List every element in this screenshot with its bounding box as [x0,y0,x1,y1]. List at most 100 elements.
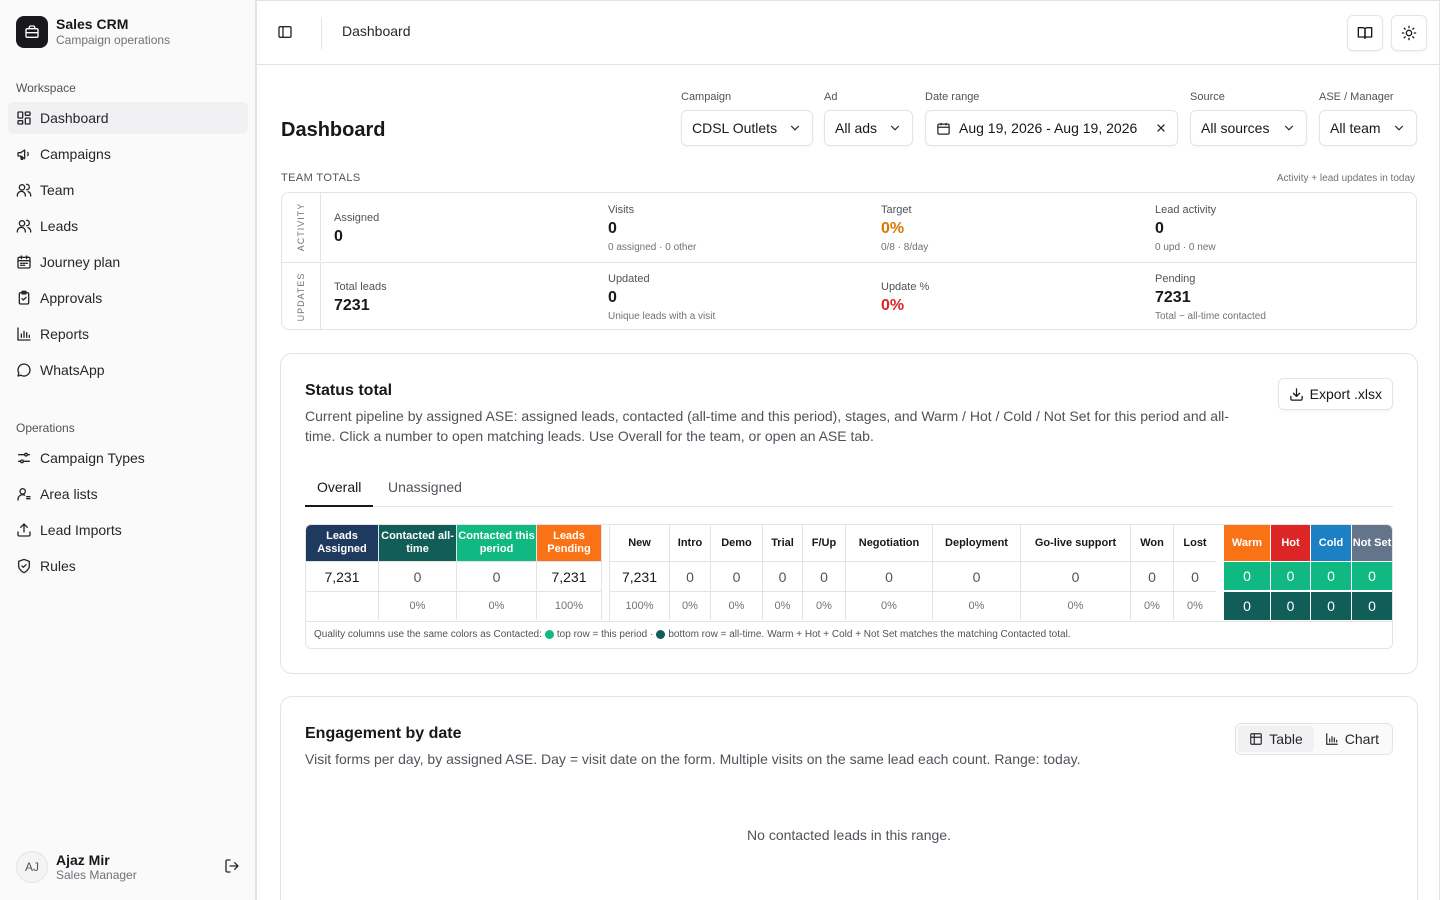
stat-target[interactable]: Target 0% 0/8 · 8/day [881,193,928,261]
column-header: Contacted this period [457,525,537,561]
close-icon[interactable] [1155,122,1167,134]
tab-overall[interactable]: Overall [305,470,374,507]
date-range-picker[interactable]: Aug 19, 2026 - Aug 19, 2026 [925,110,1178,146]
divider [306,621,1392,622]
brand[interactable]: Sales CRM Campaign operations [16,16,170,48]
table-cell-pct: 0% [1174,591,1216,620]
select-value: CDSL Outlets [692,120,778,136]
sidebar-item-leads[interactable]: Leads [8,210,248,242]
sidebar-item-approvals[interactable]: Approvals [8,282,248,314]
quality-cell-top[interactable]: 0 [1224,561,1271,590]
stat-update-pct[interactable]: Update % 0% [881,263,929,329]
stat-value: 0% [881,220,905,237]
table-cell-pct: 100% [537,591,602,620]
card-description: Visit forms per day, by assigned ASE. Da… [305,751,1081,767]
sidebar-item-journey-plan[interactable]: Journey plan [8,246,248,278]
sidebar-toggle-icon[interactable] [277,24,293,40]
chevron-down-icon [1282,121,1296,135]
table-cell-value[interactable]: 0 [379,561,457,591]
stat-total-leads[interactable]: Total leads 7231 [334,263,387,329]
sidebar-item-rules[interactable]: Rules [8,550,248,582]
sidebar-item-campaigns[interactable]: Campaigns [8,138,248,170]
stat-sub: 0 upd · 0 new [1155,242,1216,253]
stat-value: 0% [881,297,905,314]
table-cell-value[interactable]: 0 [711,561,763,591]
quality-cell-bottom[interactable]: 0 [1352,591,1392,620]
table-cell-value[interactable]: 7,231 [306,561,379,591]
ase-select[interactable]: All team [1319,110,1417,146]
theme-toggle-button[interactable] [1391,15,1427,51]
app-title: Sales CRM [56,16,129,32]
breadcrumb: Dashboard [342,23,411,39]
tab-unassigned[interactable]: Unassigned [376,470,474,506]
button-label: Chart [1344,731,1379,747]
export-xlsx-button[interactable]: Export .xlsx [1277,378,1393,410]
sidebar-item-campaign-types[interactable]: Campaign Types [8,442,248,474]
sidebar-item-team[interactable]: Team [8,174,248,206]
nav-group-label: Workspace [16,81,76,95]
campaign-select[interactable]: CDSL Outlets [681,110,813,146]
view-toggle: Table Chart [1235,723,1393,755]
sidebar-item-whatsapp[interactable]: WhatsApp [8,354,248,386]
calendar-icon [16,254,32,270]
table-cell-pct: 0% [1021,591,1131,620]
sidebar-item-label: Campaigns [40,146,111,162]
table-cell-value[interactable]: 7,231 [610,561,670,591]
quality-cell-top[interactable]: 0 [1311,561,1352,590]
sidebar-item-label: Approvals [40,290,103,306]
view-chart-button[interactable]: Chart [1314,726,1390,752]
select-value: All team [1330,120,1381,136]
teal-dot-icon [656,630,666,639]
stat-updated[interactable]: Updated 0 Unique leads with a visit [608,263,715,329]
table-cell-pct: 0% [1131,591,1174,620]
book-open-icon [1357,25,1373,41]
sliders-icon [16,450,32,466]
quality-cell-bottom[interactable]: 0 [1224,591,1271,620]
stat-pending[interactable]: Pending 7231 Total − all-time contacted [1155,263,1266,329]
table-cell-value[interactable]: 0 [933,561,1021,591]
table-cell-value[interactable]: 0 [457,561,537,591]
filter-label: Ad [824,91,838,103]
docs-button[interactable] [1347,15,1383,51]
stat-value: 0 [1155,220,1164,237]
table-cell-value[interactable]: 0 [803,561,846,591]
user-menu[interactable]: AJ Ajaz Mir Sales Manager [16,850,240,884]
stat-sub: 0/8 · 8/day [881,242,929,253]
table-cell-value[interactable]: 0 [846,561,933,591]
column-header: New [610,525,670,561]
sidebar-item-lead-imports[interactable]: Lead Imports [8,514,248,546]
sidebar-item-dashboard[interactable]: Dashboard [8,102,248,134]
column-header: Trial [763,525,803,561]
quality-cell-bottom[interactable]: 0 [1271,591,1311,620]
sun-icon [1401,25,1417,41]
table-cell-value[interactable]: 0 [1174,561,1216,591]
table-cell-value[interactable]: 0 [1021,561,1131,591]
source-select[interactable]: All sources [1190,110,1307,146]
quality-cell-top[interactable]: 0 [1352,561,1392,590]
empty-state: No contacted leads in this range. [747,827,951,843]
quality-cell-bottom[interactable]: 0 [1311,591,1352,620]
logout-icon[interactable] [224,858,240,874]
ad-select[interactable]: All ads [824,110,913,146]
row-rail: ACTIVITY [282,193,321,261]
stat-lead-activity[interactable]: Lead activity 0 0 upd · 0 new [1155,193,1216,261]
table-cell-value[interactable]: 0 [763,561,803,591]
table-cell-value[interactable]: 0 [670,561,711,591]
sidebar-item-area-lists[interactable]: Area lists [8,478,248,510]
table-cell-value[interactable]: 7,231 [537,561,602,591]
divider [321,17,322,49]
table-cell-pct: 0% [711,591,763,620]
view-table-button[interactable]: Table [1238,726,1314,752]
table-cell-value[interactable]: 0 [1131,561,1174,591]
column-header: Demo [711,525,763,561]
sidebar-item-reports[interactable]: Reports [8,318,248,350]
stat-label: Assigned [334,212,380,224]
sidebar-item-label: Leads [40,218,79,234]
message-circle-icon [16,362,32,378]
column-header: Cold [1311,525,1352,561]
upload-icon [16,522,32,538]
stat-assigned[interactable]: Assigned 0 [334,193,379,261]
stat-visits[interactable]: Visits 0 0 assigned · 0 other [608,193,696,261]
table-legend-note: Quality columns use the same colors as C… [314,629,1071,640]
quality-cell-top[interactable]: 0 [1271,561,1311,590]
